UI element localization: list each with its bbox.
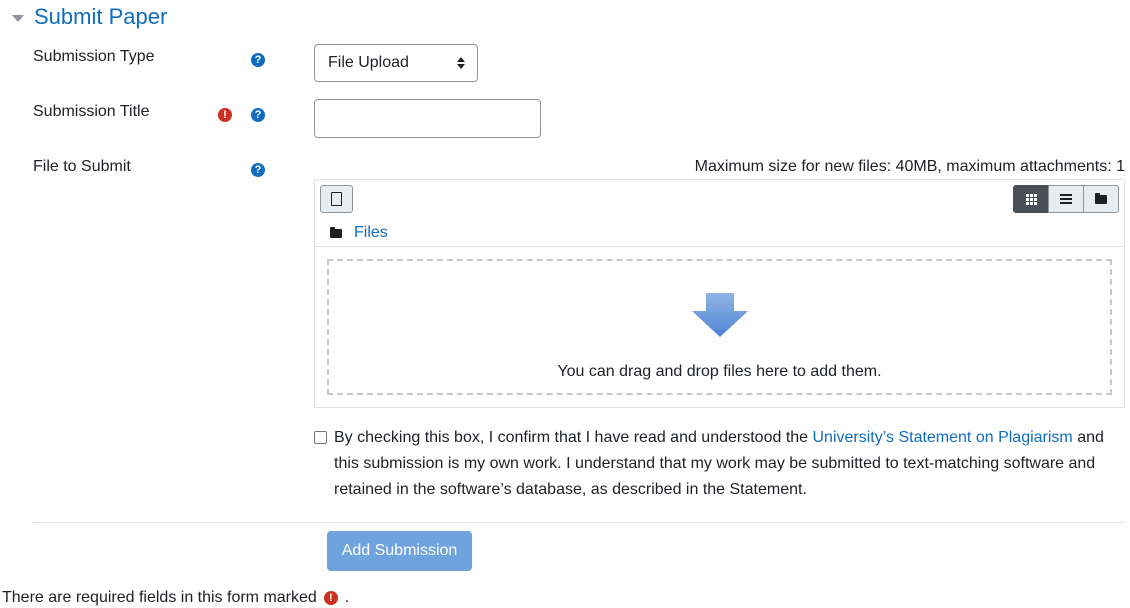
grid-icon	[1025, 193, 1037, 205]
folder-icon	[1095, 192, 1107, 204]
agreement-row: By checking this box, I confirm that I h…	[314, 428, 1114, 503]
view-icons-button[interactable]	[1013, 185, 1049, 213]
submission-title-label: Submission Title	[33, 103, 150, 120]
submission-type-value: File Upload	[328, 54, 409, 71]
plagiarism-statement-link[interactable]: University’s Statement on Plagiarism	[813, 429, 1073, 446]
help-icon[interactable]: ?	[251, 53, 265, 67]
help-icon[interactable]: ?	[251, 163, 265, 177]
files-path: Files	[330, 224, 388, 242]
max-size-text: Maximum size for new files: 40MB, maximu…	[694, 158, 1125, 175]
divider	[33, 522, 1125, 523]
add-submission-button[interactable]: Add Submission	[327, 531, 472, 571]
required-fields-note: There are required fields in this form m…	[2, 589, 349, 607]
view-list-button[interactable]	[1048, 185, 1084, 213]
submission-type-select[interactable]: File Upload	[314, 44, 478, 82]
list-icon	[1060, 194, 1072, 204]
folder-icon	[330, 226, 342, 238]
file-drop-zone[interactable]: You can drag and drop files here to add …	[327, 259, 1112, 395]
required-note-end: .	[344, 589, 350, 606]
file-manager-toolbar: Files	[315, 180, 1124, 247]
section-title: Submit Paper	[34, 4, 168, 29]
file-icon	[331, 192, 342, 206]
files-link[interactable]: Files	[354, 224, 388, 242]
agreement-text-before: By checking this box, I confirm that I h…	[334, 429, 813, 446]
submission-title-input[interactable]	[314, 99, 541, 138]
section-header-submit-paper[interactable]: Submit Paper	[12, 4, 167, 30]
required-icon: !	[218, 108, 232, 122]
down-arrow-icon	[691, 293, 748, 337]
view-mode-group	[1013, 185, 1119, 213]
help-icon[interactable]: ?	[251, 108, 265, 122]
required-icon: !	[323, 591, 338, 605]
submission-type-label: Submission Type	[33, 48, 155, 65]
required-note-text: There are required fields in this form m…	[2, 589, 317, 606]
view-tree-button[interactable]	[1083, 185, 1119, 213]
agreement-text: By checking this box, I confirm that I h…	[334, 425, 1114, 503]
drop-instructions: You can drag and drop files here to add …	[557, 363, 882, 380]
add-file-button[interactable]	[320, 185, 353, 213]
collapse-caret-icon[interactable]	[12, 14, 24, 22]
select-arrows-icon	[457, 57, 465, 69]
agreement-checkbox[interactable]	[314, 431, 327, 444]
file-manager: Files You can drag and drop files here t…	[314, 179, 1125, 408]
file-to-submit-label: File to Submit	[33, 158, 131, 175]
